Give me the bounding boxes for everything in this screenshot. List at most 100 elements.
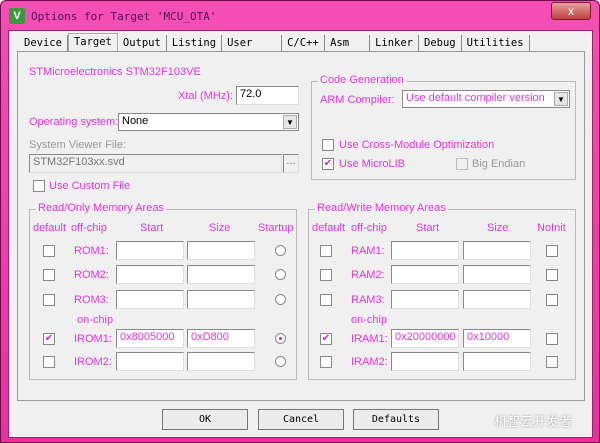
noinit-checkbox[interactable]: [546, 333, 558, 345]
custom-file-label: Use Custom File: [49, 180, 131, 192]
ram-size-input[interactable]: [463, 241, 531, 260]
rom-header-default: default: [33, 222, 67, 234]
rom-start-input[interactable]: [116, 290, 184, 309]
rom-row-label: ROM3:: [74, 294, 109, 306]
xtal-input[interactable]: 72.0: [236, 86, 299, 105]
ram-start-input[interactable]: 0x20000000: [391, 329, 459, 348]
startup-radio[interactable]: [275, 294, 286, 305]
big-endian-checkbox[interactable]: [456, 158, 468, 170]
ram-row-label: RAM1:: [351, 245, 385, 257]
tab-bar: Device Target Output Listing User C/C++ …: [19, 33, 530, 52]
rom-header-start: Start: [140, 222, 164, 234]
dialog-client: Device Target Output Listing User C/C++ …: [8, 30, 593, 438]
ram-size-input[interactable]: 0x10000: [463, 329, 531, 348]
noinit-checkbox[interactable]: [546, 245, 558, 257]
ram-start-input[interactable]: [391, 352, 459, 371]
rom-size-input[interactable]: 0xD800: [187, 329, 255, 348]
os-select[interactable]: None ▼: [118, 113, 299, 131]
rom-row-label: IROM2:: [74, 356, 112, 368]
defaults-button[interactable]: Defaults: [353, 409, 439, 430]
chevron-down-icon: ▼: [554, 92, 568, 106]
ram-row-label: IRAM1:: [351, 333, 388, 345]
rom-title: Read/Only Memory Areas: [36, 202, 166, 214]
title-bar: V Options for Target 'MCU_OTA': [9, 6, 216, 26]
ram-onchip-label: on-chip: [351, 314, 388, 326]
rom-row-label: ROM2:: [74, 269, 109, 281]
startup-radio[interactable]: [275, 245, 286, 256]
ram-start-input[interactable]: [391, 290, 459, 309]
microlib-checkbox[interactable]: ✔: [322, 158, 334, 170]
chevron-down-icon: ▼: [283, 115, 297, 129]
compiler-label: ARM Compiler:: [320, 94, 395, 106]
browse-button[interactable]: ...: [283, 154, 299, 173]
rom-header-startup: Startup: [258, 222, 294, 234]
ram-size-input[interactable]: [463, 290, 531, 309]
ram-size-input[interactable]: [463, 352, 531, 371]
rom-header-offchip: off-chip: [71, 222, 107, 234]
rom-start-input[interactable]: [116, 241, 184, 260]
ram-default-checkbox[interactable]: [320, 294, 332, 306]
tab-user[interactable]: User: [222, 35, 283, 51]
ram-default-checkbox[interactable]: [320, 245, 332, 257]
ram-default-checkbox[interactable]: [320, 356, 332, 368]
noinit-checkbox[interactable]: [546, 356, 558, 368]
cancel-button[interactable]: Cancel: [258, 409, 344, 430]
ram-header-noinit: NoInit: [537, 222, 566, 234]
ram-start-input[interactable]: [391, 265, 459, 284]
ram-start-input[interactable]: [391, 241, 459, 260]
rom-start-input[interactable]: [116, 352, 184, 371]
ram-row-label: RAM3:: [351, 294, 385, 306]
tab-utilities[interactable]: Utilities: [462, 35, 530, 51]
startup-radio[interactable]: [275, 333, 286, 344]
close-button[interactable]: x: [551, 2, 591, 20]
rom-default-checkbox[interactable]: [43, 356, 55, 368]
rom-header-size: Size: [209, 222, 231, 234]
tab-debug[interactable]: Debug: [419, 35, 462, 51]
startup-radio[interactable]: [275, 356, 286, 367]
svf-label: System Viewer File:: [29, 139, 126, 151]
xtal-label: Xtal (MHz):: [178, 90, 233, 102]
ok-button[interactable]: OK: [162, 409, 248, 430]
ram-row-label: RAM2:: [351, 269, 385, 281]
compiler-select[interactable]: Use default compiler version ▼: [402, 90, 570, 108]
code-generation-title: Code Generation: [318, 74, 406, 86]
microlib-label: Use MicroLIB: [339, 158, 406, 170]
rom-default-checkbox[interactable]: [43, 245, 55, 257]
rom-onchip-label: on-chip: [77, 314, 114, 326]
options-dialog: V Options for Target 'MCU_OTA' x Device …: [0, 0, 600, 443]
tab-device[interactable]: Device: [19, 35, 68, 51]
svf-input[interactable]: STM32F103xx.svd: [29, 154, 282, 173]
tab-linker[interactable]: Linker: [370, 35, 420, 51]
ram-default-checkbox[interactable]: [320, 269, 332, 281]
cross-module-label: Use Cross-Module Optimization: [339, 139, 495, 151]
rom-size-input[interactable]: [187, 290, 255, 309]
rom-start-input[interactable]: [116, 265, 184, 284]
rom-size-input[interactable]: [187, 265, 255, 284]
tab-listing[interactable]: Listing: [167, 35, 223, 51]
window-title: Options for Target 'MCU_OTA': [31, 9, 217, 23]
rom-size-input[interactable]: [187, 352, 255, 371]
rom-default-checkbox[interactable]: ✔: [43, 333, 55, 345]
startup-radio[interactable]: [275, 269, 286, 280]
noinit-checkbox[interactable]: [546, 269, 558, 281]
custom-file-checkbox[interactable]: [33, 180, 45, 192]
ram-header-start: Start: [416, 222, 440, 234]
os-value: None: [122, 115, 149, 127]
rom-size-input[interactable]: [187, 241, 255, 260]
device-name: STMicroelectronics STM32F103VE: [29, 66, 201, 78]
rom-default-checkbox[interactable]: [43, 269, 55, 281]
rom-default-checkbox[interactable]: [43, 294, 55, 306]
tab-cc[interactable]: C/C++: [282, 35, 326, 51]
noinit-checkbox[interactable]: [546, 294, 558, 306]
ram-size-input[interactable]: [463, 265, 531, 284]
tab-target[interactable]: Target: [67, 33, 118, 52]
cross-module-checkbox[interactable]: [322, 139, 334, 151]
rom-start-input[interactable]: 0x8005000: [116, 329, 184, 348]
os-label: Operating system:: [29, 116, 119, 128]
ram-header-default: default: [312, 222, 346, 234]
tab-asm[interactable]: Asm: [325, 35, 371, 51]
ram-default-checkbox[interactable]: ✔: [320, 333, 332, 345]
ram-title: Read/Write Memory Areas: [315, 202, 448, 214]
rom-row-label: IROM1:: [74, 333, 112, 345]
tab-output[interactable]: Output: [118, 35, 167, 51]
